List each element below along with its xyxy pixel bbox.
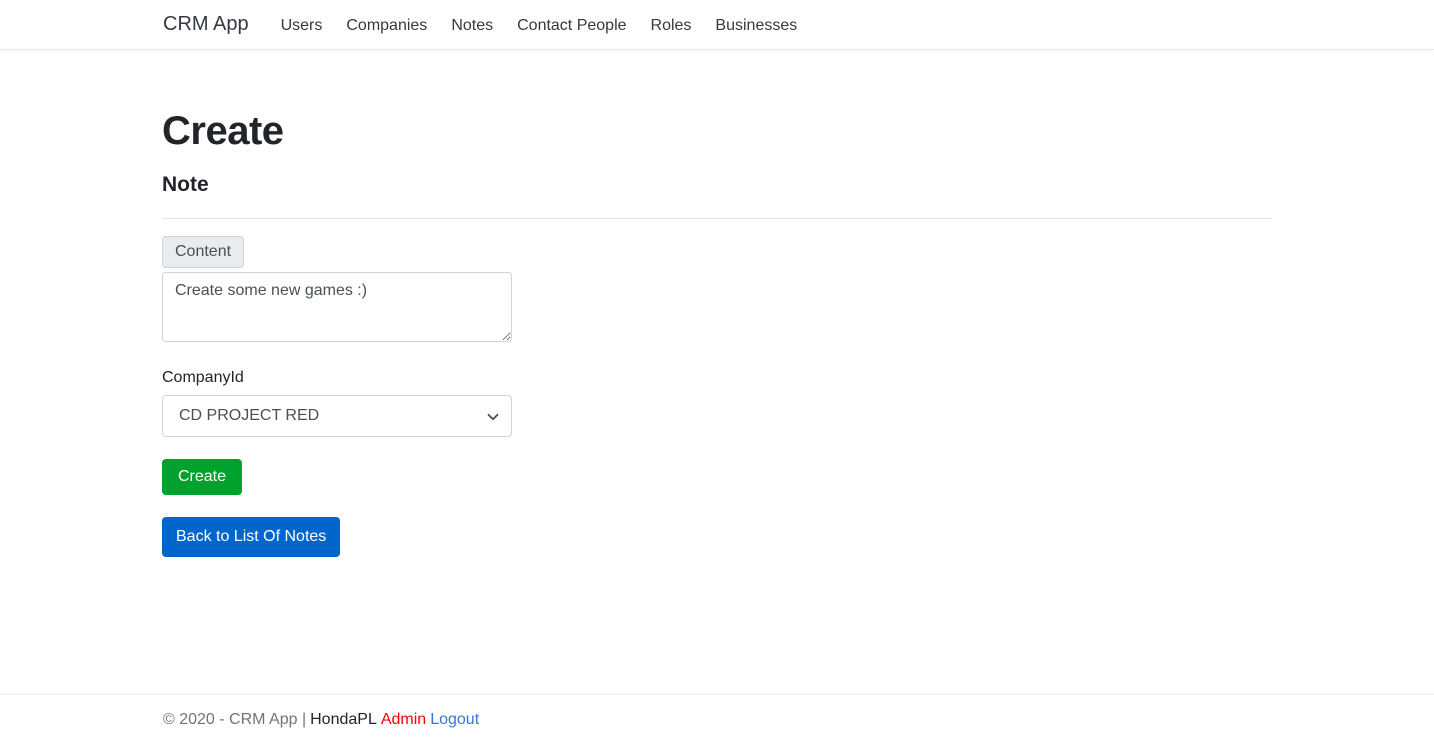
top-navbar: CRM App Users Companies Notes Contact Pe…	[0, 0, 1434, 50]
nav-item-roles: Roles	[639, 17, 704, 35]
back-button-row: Back to List Of Notes	[162, 495, 512, 558]
nav-link-businesses[interactable]: Businesses	[703, 18, 809, 34]
nav-item-contact-people: Contact People	[505, 17, 638, 35]
nav-item-users: Users	[269, 17, 335, 35]
back-to-list-button[interactable]: Back to List Of Notes	[162, 517, 341, 558]
company-id-label: CompanyId	[162, 369, 244, 387]
nav-item-notes: Notes	[439, 17, 505, 35]
page-footer: © 2020 - CRM App | HondaPL Admin Logout	[0, 694, 1434, 745]
nav-item-businesses: Businesses	[703, 17, 809, 35]
page-subtitle: Note	[162, 173, 209, 196]
nav-link-companies[interactable]: Companies	[334, 18, 439, 34]
navbar-inner: CRM App Users Companies Notes Contact Pe…	[161, 14, 1273, 35]
navbar-brand[interactable]: CRM App	[163, 14, 249, 34]
footer-role-badge: Admin	[380, 711, 427, 728]
nav-link-notes[interactable]: Notes	[439, 18, 505, 34]
footer-username: HondaPL	[310, 711, 377, 728]
content-label: Content	[162, 236, 245, 269]
main-content: Create Note Content CompanyId CD PROJECT…	[162, 50, 1272, 558]
content-label-group: Content	[162, 236, 245, 269]
company-id-select-wrap: CD PROJECT RED	[162, 395, 512, 438]
nav-item-companies: Companies	[334, 17, 439, 35]
nav-link-roles[interactable]: Roles	[639, 18, 704, 34]
nav-link-contact-people[interactable]: Contact People	[505, 18, 638, 34]
company-id-select[interactable]: CD PROJECT RED	[162, 395, 512, 438]
content-textarea[interactable]	[162, 272, 512, 343]
navbar-links: Users Companies Notes Contact People Rol…	[269, 17, 810, 35]
create-note-form: Content CompanyId CD PROJECT RED Create …	[162, 219, 512, 558]
page-title: Create	[162, 109, 284, 153]
footer-inner: © 2020 - CRM App | HondaPL Admin Logout	[161, 711, 1273, 729]
footer-copyright: © 2020 - CRM App |	[163, 711, 307, 728]
create-button[interactable]: Create	[162, 459, 243, 496]
nav-link-users[interactable]: Users	[269, 18, 335, 34]
create-button-row: Create	[162, 437, 512, 496]
footer-logout-link[interactable]: Logout	[430, 711, 479, 728]
